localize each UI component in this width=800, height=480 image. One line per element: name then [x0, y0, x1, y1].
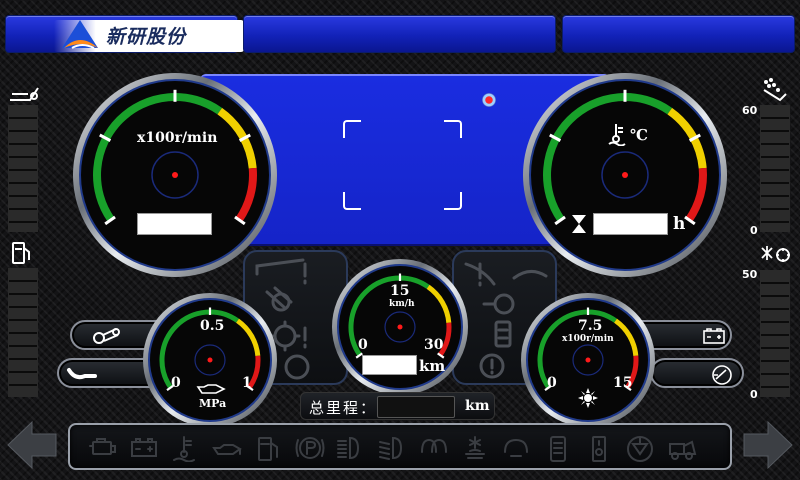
record-dot-icon — [482, 93, 496, 107]
pressure-max-label: 1 — [242, 375, 252, 391]
level-bar-right-top — [760, 105, 790, 232]
pressure-min-label: 0 — [171, 375, 181, 391]
belt-tension-icon — [93, 328, 120, 344]
cutter-icon — [627, 436, 654, 462]
fan-icon — [578, 388, 598, 408]
header-tab-center[interactable] — [243, 15, 556, 53]
engine-speed-max-label: 15 — [613, 375, 633, 391]
seat-icon — [504, 438, 529, 457]
cabin-fan-icon — [465, 436, 485, 459]
arrow-right-button[interactable] — [740, 418, 796, 472]
right-top-scale-min: 0 — [750, 224, 758, 237]
coolant-gauge — [523, 73, 727, 277]
engine-hours-unit: h — [673, 214, 686, 234]
coolant-temp-icon — [172, 436, 195, 462]
odometer-unit: km — [465, 398, 490, 414]
parking-brake-icon — [295, 437, 325, 459]
coolant-unit: ℃ — [630, 126, 648, 144]
speed-sensor-icon — [712, 365, 732, 385]
odometer: 总里程： km — [300, 392, 495, 420]
engine-hours-readout — [593, 213, 668, 235]
triangle-logo-icon — [62, 20, 98, 49]
hydraulic-filter-icon — [549, 436, 566, 462]
high-beam-icon — [337, 436, 360, 460]
right-top-scale-max: 60 — [742, 104, 758, 117]
thresher-speed-icon — [761, 246, 790, 262]
grain-auger-icon — [10, 87, 39, 101]
trip-distance-readout — [362, 355, 417, 375]
engine-icon — [89, 438, 116, 455]
speedometer-max-label: 30 — [424, 337, 444, 353]
engine-speed-mid-label: 7.5 — [578, 318, 603, 334]
arrow-left-button[interactable] — [4, 418, 60, 472]
level-bar-left-bottom — [8, 268, 38, 397]
pill-button-gauge[interactable] — [650, 358, 744, 388]
speedometer-gauge — [332, 259, 468, 395]
pressure-mid-label: 0.5 — [200, 318, 225, 334]
low-beam-icon — [379, 436, 403, 460]
hourglass-icon — [572, 215, 586, 233]
header-tab-right[interactable] — [562, 15, 795, 53]
right-bottom-scale-min: 0 — [750, 388, 758, 401]
fuel-pump-icon — [12, 242, 30, 264]
level-bar-left-top — [8, 105, 38, 232]
speedometer-mid-label: 15 — [390, 283, 410, 299]
dashboard: 新研股份 60 0 50 0 x100r/min ℃ h 0.5 0 1 MPa… — [0, 0, 800, 480]
odometer-label: 总里程： — [309, 399, 378, 417]
speedometer-unit: km/h — [389, 299, 415, 309]
fuel-filter-icon — [592, 436, 606, 462]
battery-icon — [703, 328, 725, 344]
harvester-icon — [668, 440, 696, 460]
glow-plug-icon — [420, 438, 447, 453]
tachometer-unit: x100r/min — [137, 130, 218, 146]
indicator-tray — [68, 423, 732, 470]
pressure-unit: MPa — [199, 397, 227, 410]
fuel-icon — [258, 437, 279, 461]
trip-distance-unit: km — [419, 357, 446, 375]
oil-can-icon — [196, 384, 226, 394]
battery-icon — [131, 438, 158, 457]
tachometer-gauge — [73, 73, 277, 277]
focus-frame-icon — [343, 120, 462, 210]
engine-speed-min-label: 0 — [547, 375, 557, 391]
logo-text: 新研股份 — [106, 26, 187, 48]
level-bar-right-bottom — [760, 270, 790, 397]
tachometer-readout — [137, 213, 212, 235]
right-bottom-scale-max: 50 — [742, 268, 758, 281]
hose-icon — [67, 368, 97, 380]
odometer-value — [377, 396, 455, 418]
grain-tank-icon — [763, 78, 787, 102]
oil-pressure-icon — [212, 444, 242, 455]
engine-speed-unit: x100r/min — [562, 334, 614, 344]
speedometer-min-label: 0 — [358, 337, 368, 353]
